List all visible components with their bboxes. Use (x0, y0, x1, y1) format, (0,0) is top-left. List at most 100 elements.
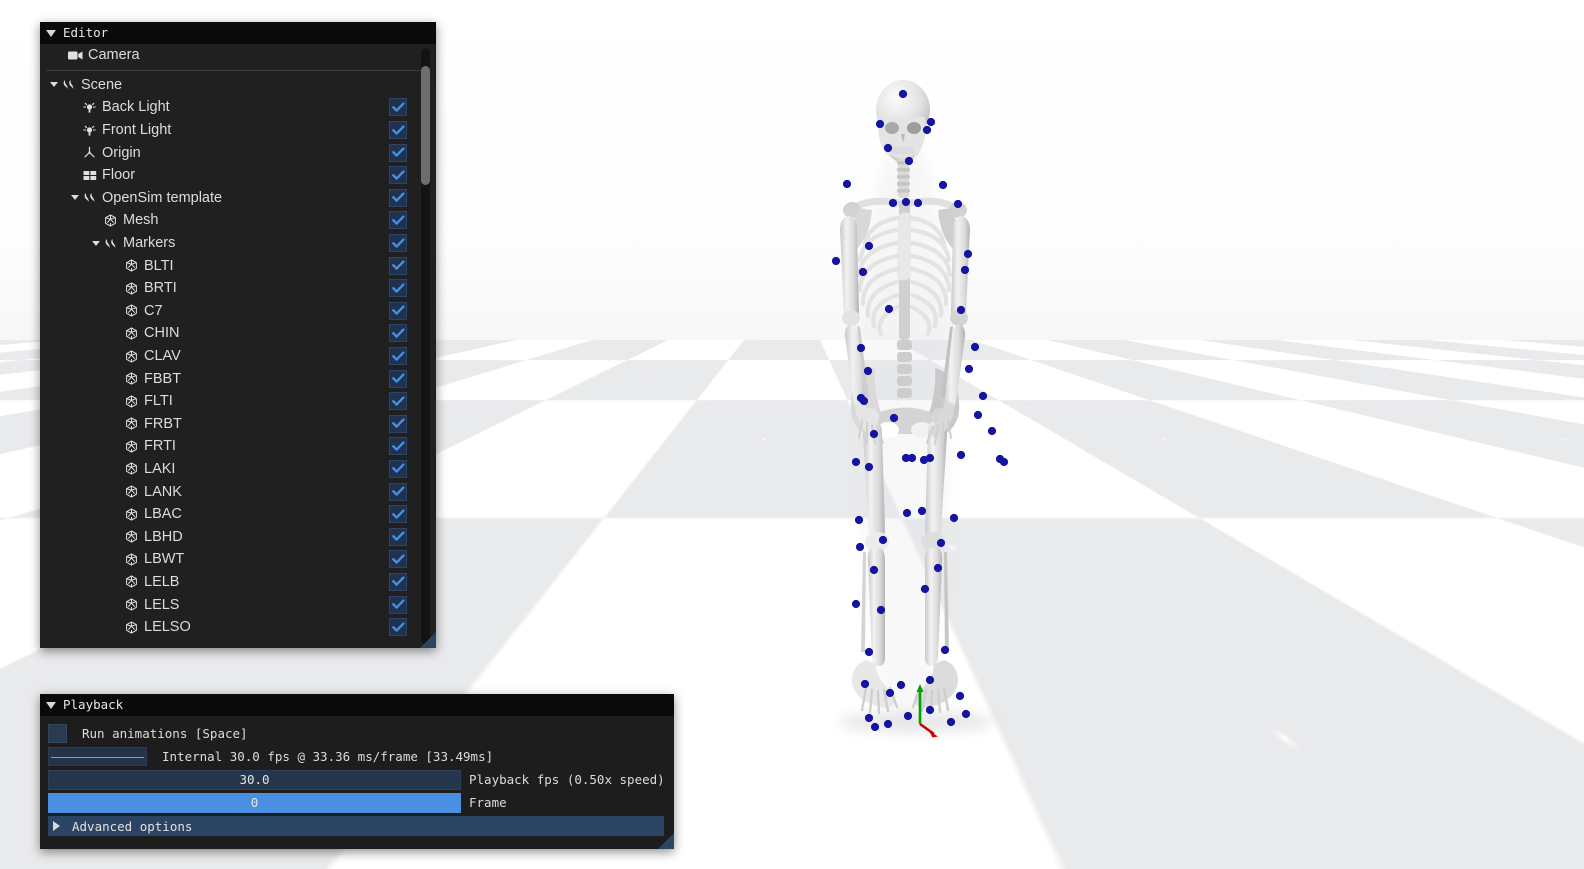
tree-item-visibility-checkbox[interactable] (389, 234, 407, 253)
tree-item-fbbt[interactable]: FBBT (40, 367, 436, 390)
triangle-down-icon[interactable] (46, 29, 56, 37)
playback-resize-handle[interactable] (658, 833, 674, 849)
tree-item-label: LBHD (144, 528, 183, 545)
tree-item-label: BRTI (144, 280, 177, 297)
tree-item-chin[interactable]: CHIN (40, 322, 436, 345)
tree-item-label: LAKI (144, 460, 176, 477)
tree-item-camera[interactable]: Camera (40, 44, 436, 67)
tree-item-visibility-checkbox[interactable] (389, 527, 407, 546)
tree-separator (46, 69, 428, 71)
tree-item-c7[interactable]: C7 (40, 300, 436, 323)
tree-item-clav[interactable]: CLAV (40, 345, 436, 368)
tree-item-front-light[interactable]: Front Light (40, 119, 436, 142)
tree-item-frbt[interactable]: FRBT (40, 413, 436, 436)
tree-item-label: Mesh (123, 212, 159, 229)
editor-scrollbar-track[interactable] (421, 48, 430, 644)
tree-item-visibility-checkbox[interactable] (389, 369, 407, 388)
editor-panel-titlebar[interactable]: Editor (40, 22, 436, 44)
tree-item-visibility-checkbox[interactable] (389, 572, 407, 591)
tree-expand-arrow[interactable] (47, 82, 60, 88)
floor-icon (81, 170, 98, 181)
tree-item-frti[interactable]: FRTI (40, 435, 436, 458)
tree-item-mesh[interactable]: Mesh (40, 209, 436, 232)
tree-expand-arrow[interactable] (89, 240, 102, 246)
tree-item-brti[interactable]: BRTI (40, 277, 436, 300)
tree-item-visibility-checkbox[interactable] (389, 550, 407, 569)
origin-icon (81, 146, 98, 159)
tree-expand-arrow[interactable] (68, 195, 81, 201)
advanced-options-row[interactable]: Advanced options (48, 816, 664, 836)
tree-item-visibility-checkbox[interactable] (389, 121, 407, 140)
editor-scrollbar-thumb[interactable] (421, 65, 430, 186)
tree-item-visibility-checkbox[interactable] (389, 166, 407, 185)
tree-item-lels[interactable]: LELS (40, 593, 436, 616)
tree-item-back-light[interactable]: Back Light (40, 96, 436, 119)
tree-item-floor[interactable]: Floor (40, 164, 436, 187)
triangle-right-icon[interactable] (53, 821, 60, 831)
mesh-icon (123, 462, 140, 476)
mesh-icon (123, 259, 140, 272)
tree-item-visibility-checkbox[interactable] (389, 98, 407, 117)
editor-panel: Editor Camera Scene Back Light Front Light O… (40, 22, 436, 648)
tree-item-label: LANK (144, 483, 182, 500)
tree-item-label: CHIN (144, 325, 180, 342)
playback-body: Run animations [Space] Internal 30.0 fps… (40, 716, 674, 849)
advanced-options-label: Advanced options (72, 818, 193, 834)
tree-item-visibility-checkbox[interactable] (389, 505, 407, 524)
tree-item-markers[interactable]: Markers (40, 232, 436, 255)
tree-item-lbac[interactable]: LBAC (40, 503, 436, 526)
tree-item-visibility-checkbox[interactable] (389, 347, 407, 366)
tree-item-label: LELSO (144, 619, 191, 636)
tree-item-label: Camera (88, 47, 140, 64)
tree-item-label: LBWT (144, 551, 185, 568)
mesh-icon (123, 440, 140, 453)
mesh-icon (123, 553, 140, 566)
tree-item-lelso[interactable]: LELSO (40, 616, 436, 639)
editor-resize-handle[interactable] (420, 632, 436, 648)
tree-item-lank[interactable]: LANK (40, 480, 436, 503)
tree-item-flti[interactable]: FLTI (40, 390, 436, 413)
tree-item-label: BLTI (144, 257, 174, 274)
tree-item-visibility-checkbox[interactable] (389, 279, 407, 298)
frame-slider[interactable]: 0 (48, 792, 461, 813)
tree-item-visibility-checkbox[interactable] (389, 143, 407, 162)
playback-fps-row: 30.0 Playback fps (0.50x speed) (48, 769, 666, 790)
tree-item-lelb[interactable]: LELB (40, 571, 436, 594)
mesh-icon (123, 417, 140, 430)
tree-item-visibility-checkbox[interactable] (389, 482, 407, 501)
frame-time-plot (48, 747, 147, 766)
tree-item-label: FLTI (144, 393, 173, 410)
tree-item-visibility-checkbox[interactable] (389, 301, 407, 320)
tree-item-visibility-checkbox[interactable] (389, 256, 407, 275)
tree-item-label: Origin (102, 144, 141, 161)
scene-icon (81, 192, 98, 203)
playback-panel-titlebar[interactable]: Playback (40, 694, 674, 716)
tree-item-origin[interactable]: Origin (40, 141, 436, 164)
tree-item-lbwt[interactable]: LBWT (40, 548, 436, 571)
tree-item-visibility-checkbox[interactable] (389, 324, 407, 343)
tree-item-opensim-template[interactable]: OpenSim template (40, 187, 436, 210)
editor-tree[interactable]: Camera Scene Back Light Front Light Origin Fl… (40, 44, 436, 648)
tree-item-visibility-checkbox[interactable] (389, 211, 407, 230)
tree-item-laki[interactable]: LAKI (40, 458, 436, 481)
tree-item-visibility-checkbox[interactable] (389, 595, 407, 614)
mesh-icon (123, 282, 140, 295)
tree-item-visibility-checkbox[interactable] (389, 618, 407, 637)
tree-item-blti[interactable]: BLTI (40, 254, 436, 277)
editor-panel-title: Editor (63, 25, 109, 40)
triangle-down-icon[interactable] (46, 701, 56, 709)
tree-item-visibility-checkbox[interactable] (389, 414, 407, 433)
tree-item-visibility-checkbox[interactable] (389, 392, 407, 411)
tree-item-visibility-checkbox[interactable] (389, 437, 407, 456)
playback-panel-title: Playback (63, 697, 124, 712)
tree-item-lbhd[interactable]: LBHD (40, 525, 436, 548)
frame-value: 0 (250, 795, 259, 810)
run-animations-checkbox[interactable] (48, 724, 67, 743)
tree-item-label: Markers (123, 235, 176, 252)
tree-item-visibility-checkbox[interactable] (389, 459, 407, 478)
mesh-icon (123, 485, 140, 498)
mesh-icon (123, 575, 140, 589)
tree-item-scene[interactable]: Scene (40, 74, 436, 97)
playback-fps-slider[interactable]: 30.0 (48, 769, 461, 790)
tree-item-visibility-checkbox[interactable] (389, 188, 407, 207)
